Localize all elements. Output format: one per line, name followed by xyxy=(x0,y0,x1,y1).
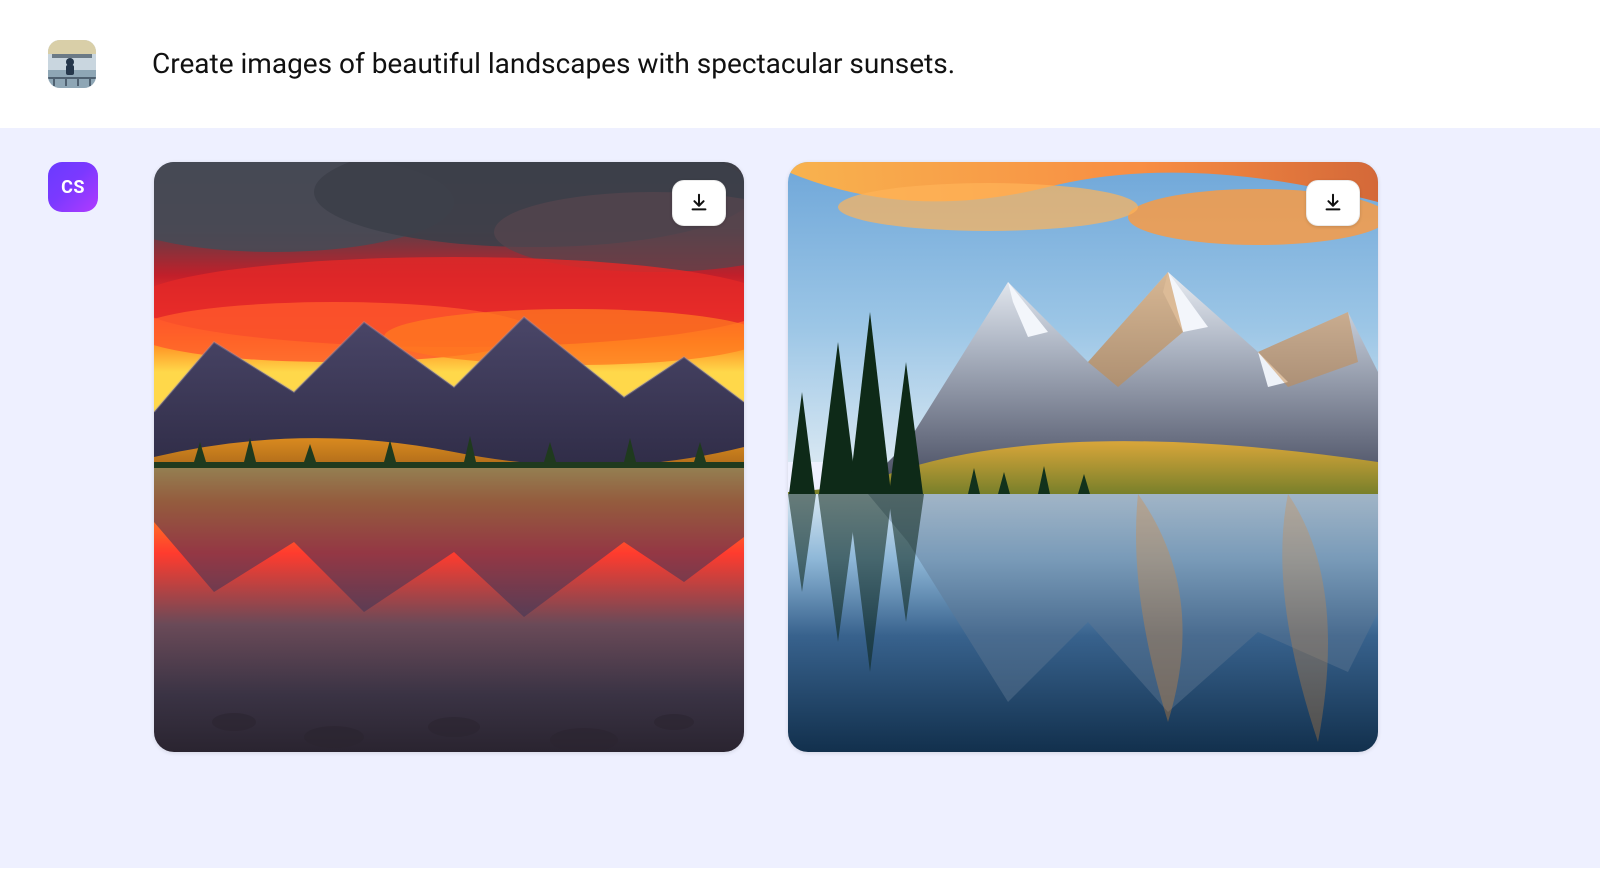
download-icon xyxy=(1322,192,1344,214)
assistant-response-area: CS xyxy=(0,128,1600,868)
user-avatar xyxy=(48,40,96,88)
generated-image-card[interactable] xyxy=(154,162,744,752)
assistant-avatar: CS xyxy=(48,162,98,212)
user-message-row: Create images of beautiful landscapes wi… xyxy=(0,0,1600,128)
generated-image xyxy=(154,162,744,752)
assistant-badge-text: CS xyxy=(61,177,85,198)
generated-image xyxy=(788,162,1378,752)
generated-image-grid xyxy=(154,162,1378,752)
download-button[interactable] xyxy=(672,180,726,226)
user-prompt-text: Create images of beautiful landscapes wi… xyxy=(152,46,955,82)
generated-image-card[interactable] xyxy=(788,162,1378,752)
download-button[interactable] xyxy=(1306,180,1360,226)
download-icon xyxy=(688,192,710,214)
